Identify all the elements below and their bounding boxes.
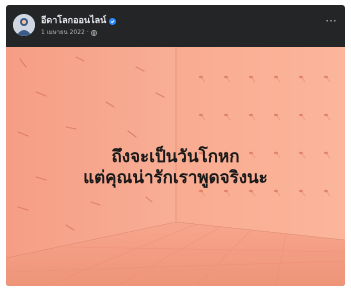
page-name[interactable]: อีดาโลกออนไลน์ — [41, 15, 106, 27]
post-date[interactable]: 1 เมษายน 2022 — [41, 28, 85, 37]
globe-icon — [90, 29, 97, 36]
meta-separator: · — [86, 29, 89, 36]
more-options-button[interactable]: ··· — [322, 15, 340, 30]
verified-badge-icon — [109, 17, 117, 25]
post-meta: 1 เมษายน 2022 · — [41, 28, 97, 37]
image-caption-line-1: ถึงจะเป็นวันโกหก — [111, 147, 240, 167]
image-caption-line-2: แต่คุณน่ารักเราพูดจริงนะ — [83, 168, 268, 188]
post-header: อีดาโลกออนไลน์ 1 เมษายน 2022 · ··· — [6, 5, 345, 45]
page-name-row: อีดาโลกออนไลน์ — [41, 15, 117, 27]
post-image[interactable]: ถึงจะเป็นวันโกหก แต่คุณน่ารักเราพูดจริงน… — [6, 47, 345, 286]
page-avatar[interactable] — [13, 14, 35, 36]
facebook-post: อีดาโลกออนไลน์ 1 เมษายน 2022 · ··· ถึงจะ… — [6, 5, 345, 286]
